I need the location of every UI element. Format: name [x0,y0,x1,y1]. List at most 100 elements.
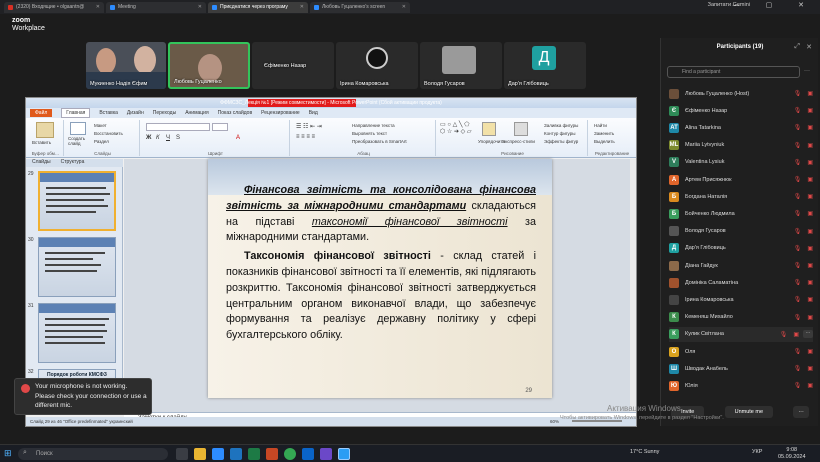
strikethrough-button[interactable]: S [176,135,180,141]
slide-thumbnail-selected[interactable] [38,171,116,231]
weather-widget[interactable]: 17°C Sunny [630,449,659,455]
tab-file[interactable]: Файл [30,109,53,117]
find-button[interactable]: Найти [594,123,607,128]
video-tile[interactable]: Єфіменко Назар [252,42,334,89]
close-icon[interactable]: ✕ [96,4,100,10]
font-name-select[interactable] [146,123,210,131]
more-options-icon[interactable]: ··· [804,68,810,74]
participant-row[interactable]: К Кеменяш Михайло 🎙 ▣ [669,310,813,325]
window-controls[interactable]: — ▢ ✕ [733,1,816,9]
participant-row[interactable]: Є Єфіменко Назар 🎙 ▣ [669,103,813,118]
video-tile-speaking[interactable]: Любовь Гуцаленко [168,42,250,89]
chrome-icon[interactable] [284,448,296,460]
align-icon[interactable]: ≡ ≡ ≡ ≡ [296,134,315,140]
close-icon[interactable]: ✕ [300,4,304,10]
participant-row[interactable]: Ш Шводак Анабель 🎙 ▣ [669,361,813,376]
slide-thumbnail[interactable] [38,303,116,363]
replace-button[interactable]: Заменить [594,131,614,136]
more-options-button[interactable]: ··· [803,330,813,339]
underline-button[interactable]: Ч [166,135,170,141]
browser-tab[interactable]: (2320) Входящие • olgaantn@ ✕ [4,1,104,13]
video-tile[interactable]: Володя Гусаров [420,42,502,89]
participant-row[interactable]: V Valentina Lysiuk 🎙 ▣ [669,155,813,170]
section-button[interactable]: Раздел [94,139,109,144]
edge-icon[interactable] [302,448,314,460]
tab-slides[interactable]: Слайды [32,159,51,167]
list-icon[interactable]: ☰ ☷ ⇤ ⇥ [296,123,322,130]
current-slide[interactable]: Фінансова звітність та консолідована фін… [208,159,552,398]
tab-review[interactable]: Рецензирование [261,110,300,116]
font-color-button[interactable]: A [236,135,240,141]
participant-row[interactable]: Домініка Саламатіна 🎙 ▣ [669,275,813,290]
participant-row[interactable]: Діана Гайдук 🎙 ▣ [669,258,813,273]
participant-row[interactable]: Володя Гусаров 🎙 ▣ [669,224,813,239]
powerpoint-icon[interactable] [266,448,278,460]
participant-row[interactable]: О Оля 🎙 ▣ [669,344,813,359]
shapes-gallery[interactable]: ▭ ○ △ ╲ ⬠ ⬡ ☆ ➔ ◇ ▱ [440,122,472,136]
tab-slideshow[interactable]: Показ слайдов [218,110,252,116]
participant-row[interactable]: Б Бойченко Людмила 🎙 ▣ [669,206,813,221]
tab-design[interactable]: Дизайн [127,110,144,116]
video-tile[interactable]: Мукиенко Надія Єфим [86,42,166,89]
popout-icon[interactable]: ⤢ [794,43,800,51]
tab-outline[interactable]: Структура [61,159,85,167]
tab-insert[interactable]: Вставка [99,110,118,116]
tab-transitions[interactable]: Переходы [153,110,176,116]
new-slide-icon[interactable] [70,122,86,135]
restore-button[interactable]: Восстановить [94,131,123,136]
close-icon[interactable]: ✕ [402,4,406,10]
select-button[interactable]: Выделить [594,139,615,144]
slide-body[interactable]: Фінансова звітність та консолідована фін… [226,183,536,344]
participant-search-input[interactable]: Find a participant [667,66,800,78]
video-tile[interactable]: Д Дар'я Глібовиць [504,42,586,89]
paste-icon[interactable] [36,122,54,138]
windows-start-icon[interactable]: ⊞ [4,448,12,459]
zoom-level[interactable]: 60% [550,417,559,426]
slide-thumbnail[interactable] [38,237,116,297]
bold-button[interactable]: Ж [146,135,151,141]
tab-animation[interactable]: Анимация [185,110,208,116]
taskbar-clock[interactable]: 9:08 05.09.2024 [778,447,806,461]
participant-row[interactable]: AT Alina Tatarkina 🎙 ▣ [669,120,813,135]
participant-row[interactable]: ML Mariia Lytvyniuk 🎙 ▣ [669,138,813,153]
zoom-active-icon[interactable] [338,448,350,460]
quick-styles-button[interactable]: Экспресс-стили [502,139,535,144]
participant-row[interactable]: Любовь Гуцаленко (Host) 🎙 ▣ [669,86,813,101]
zoom-taskbar-icon[interactable] [212,448,224,460]
language-indicator[interactable]: УКР [752,449,762,455]
unmute-me-button[interactable]: Unmute me [724,406,774,418]
browser-tab[interactable]: Meeting ✕ [106,1,206,13]
smartart-button[interactable]: Преобразовать в SmartArt [352,139,407,144]
task-view-icon[interactable] [176,448,188,460]
browser-tab[interactable]: Любовь Гуцаленко's screen ✕ [310,1,410,13]
participant-row[interactable]: К Кулик Світлана 🎙 ▣ ··· [669,326,813,342]
text-direction-button[interactable]: Направление текста [352,123,395,128]
vertical-scrollbar[interactable] [630,159,636,412]
close-icon[interactable]: ✕ [198,4,202,10]
participant-row[interactable]: Ірина Комаровська 🎙 ▣ [669,292,813,307]
browser-tab-active[interactable]: Приєднатися через програму ✕ [208,1,308,13]
create-slide-button[interactable]: Создать слайд [68,136,92,146]
participant-row[interactable]: Д Дар'я Глібовиць 🎙 ▣ [669,241,813,256]
arrange-icon[interactable] [482,122,496,136]
shape-outline-button[interactable]: Контур фигуры [544,131,575,136]
excel-icon[interactable] [248,448,260,460]
tab-view[interactable]: Вид [309,110,318,116]
participant-row[interactable]: А Артем Присяжнюк 🎙 ▣ [669,172,813,187]
italic-button[interactable]: К [156,135,160,141]
layout-button[interactable]: Макет [94,123,107,128]
shape-effects-button[interactable]: Эффекты фигур [544,139,578,144]
align-text-button[interactable]: Выровнять текст [352,131,387,136]
video-tile[interactable]: Ірина Комаровська [336,42,418,89]
close-icon[interactable]: ✕ [806,43,812,51]
microphone-warning-toast[interactable]: Your microphone is not working. Please c… [14,378,152,415]
file-explorer-icon[interactable] [194,448,206,460]
font-size-select[interactable] [212,123,228,131]
quick-styles-icon[interactable] [514,122,528,136]
word-icon[interactable] [230,448,242,460]
paste-button[interactable]: Вставить [32,140,51,145]
participant-row[interactable]: Ю Юлія 🎙 ▣ [669,378,813,393]
viber-icon[interactable] [320,448,332,460]
more-button[interactable]: ··· [793,406,809,418]
taskbar-search[interactable]: Поиск [18,448,168,460]
